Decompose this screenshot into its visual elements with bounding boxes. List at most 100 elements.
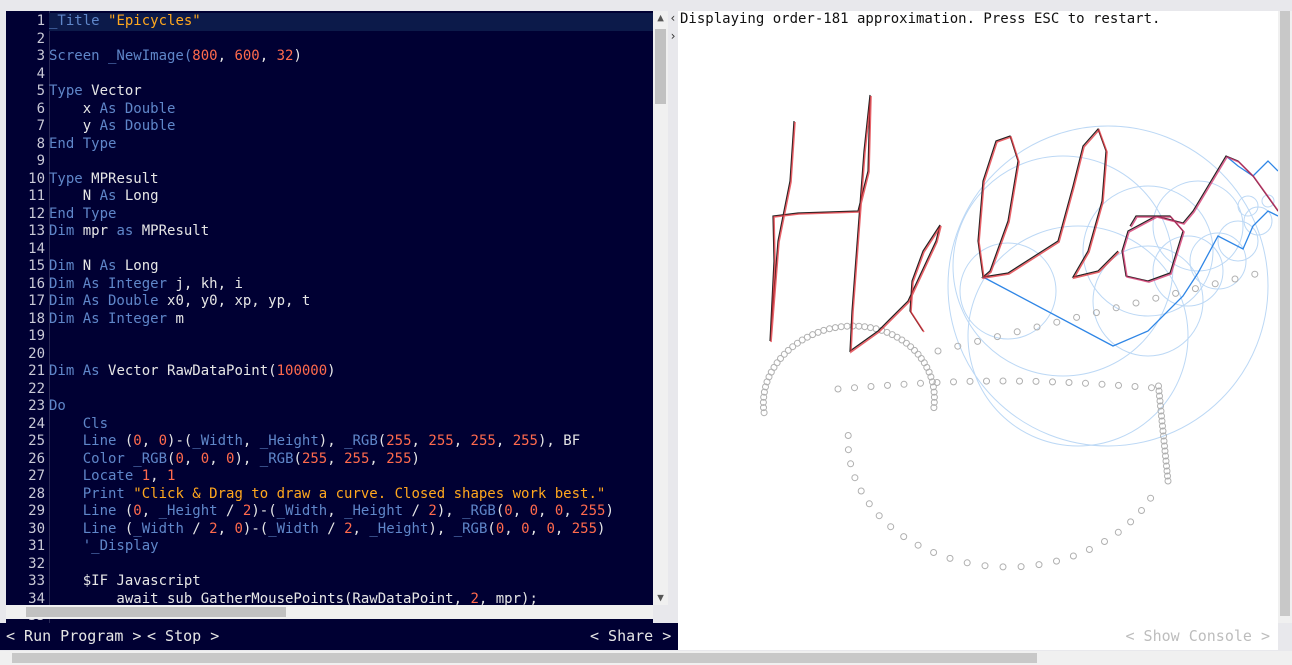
editor-hscroll-thumb[interactable] (26, 607, 286, 617)
code-line[interactable] (49, 328, 653, 346)
sample-point (914, 541, 922, 549)
sample-points (759, 270, 1259, 571)
code-line[interactable]: Do (49, 398, 653, 416)
code-line[interactable]: Dim mpr as MPResult (49, 223, 653, 241)
line-number: 12 (28, 205, 45, 222)
epicycle-drawing (759, 94, 1278, 571)
code-line[interactable]: Type Vector (49, 83, 653, 101)
sample-point (865, 500, 873, 508)
sample-point (857, 487, 865, 495)
code-line[interactable]: Locate 1, 1 (49, 468, 653, 486)
code-line[interactable]: N As Long (49, 188, 653, 206)
program-output-canvas[interactable]: Displaying order-181 approximation. Pres… (678, 11, 1278, 623)
sample-point (1017, 563, 1025, 571)
code-token: , (529, 520, 547, 537)
sample-point (847, 460, 855, 468)
code-line[interactable]: Line (0, 0)-(_Width, _Height), _RGB(255,… (49, 433, 653, 451)
code-line[interactable]: Type MPResult (49, 171, 653, 189)
code-line[interactable]: End Type (49, 206, 653, 224)
sample-point (907, 343, 915, 351)
stop-button[interactable]: < Stop > (147, 623, 219, 650)
sample-point (1053, 318, 1061, 326)
code-line[interactable]: '_Display (49, 538, 653, 556)
code-line[interactable]: End Type (49, 136, 653, 154)
output-vertical-scrollbar[interactable] (1278, 11, 1292, 623)
code-token: As (99, 188, 125, 204)
line-number: 19 (28, 328, 45, 344)
code-line[interactable]: y As Double (49, 118, 653, 136)
code-token: , (327, 450, 345, 467)
code-token: Dim (49, 258, 83, 274)
code-token: , (504, 520, 522, 537)
code-line[interactable]: Color _RGB(0, 0, 0), _RGB(255, 255, 255) (49, 451, 653, 469)
code-token: 255 (571, 520, 598, 537)
chevron-up-icon[interactable]: ▲ (653, 11, 668, 24)
code-line[interactable]: Print "Click & Drag to draw a curve. Clo… (49, 486, 653, 504)
epicycle-arms (982, 155, 1278, 347)
code-line[interactable] (49, 381, 653, 399)
share-button[interactable]: < Share > (590, 623, 671, 650)
page-horizontal-scrollbar[interactable] (0, 651, 1292, 665)
editor-scroll-thumb[interactable] (655, 29, 666, 104)
code-line[interactable]: Dim As Integer j, kh, i (49, 276, 653, 294)
code-line[interactable]: Line (_Width / 2, 0)-(_Width / 2, _Heigh… (49, 521, 653, 539)
code-token: , (150, 468, 168, 484)
code-token: , (554, 520, 572, 537)
code-line[interactable]: Dim As Double x0, y0, xp, yp, t (49, 293, 653, 311)
code-line[interactable]: Line (0, _Height / 2)-(_Width, _Height /… (49, 503, 653, 521)
code-token: Dim As Integer (49, 310, 176, 327)
code-line[interactable] (49, 66, 653, 84)
sample-point (855, 322, 863, 330)
code-line[interactable] (49, 31, 653, 49)
line-number: 28 (28, 485, 45, 502)
show-console-button[interactable]: < Show Console > (1126, 623, 1271, 650)
code-line[interactable]: Dim N As Long (49, 258, 653, 276)
code-line[interactable]: Dim As Integer m (49, 311, 653, 329)
code-token: 255 (470, 433, 496, 449)
code-editor[interactable]: 1 2 3 4 5 6 7 8 9 10 11 12 13 14 15 16 17 18 19 20 21 22 23 24 2… (6, 11, 653, 623)
code-token: 2 (344, 520, 353, 537)
line-number: 29 (28, 503, 45, 519)
code-token: _RGB (259, 450, 294, 467)
code-token: , (327, 503, 345, 519)
code-token: MPResult (91, 170, 159, 187)
code-token: 0 (546, 520, 555, 537)
code-token: , (217, 48, 235, 64)
editor-horizontal-scrollbar[interactable] (6, 605, 653, 619)
chevron-left-icon[interactable]: ‹ (668, 11, 678, 25)
code-token: N (49, 188, 100, 204)
code-area[interactable]: _Title "Epicycles" Screen _NewImage(800, … (49, 11, 653, 623)
code-token: ) (411, 450, 420, 467)
code-token: '_Display (49, 538, 159, 554)
code-line[interactable]: Dim As Vector RawDataPoint(100000) (49, 363, 653, 381)
code-line[interactable]: Screen _NewImage(800, 600, 32) (49, 48, 653, 66)
page-scroll-thumb[interactable] (12, 653, 1037, 663)
code-token: Long (124, 188, 159, 204)
chevron-right-icon[interactable]: › (668, 29, 678, 43)
output-scroll-thumb[interactable] (1280, 11, 1290, 616)
code-token: _RGB (344, 433, 378, 449)
line-number: 5 (36, 83, 45, 99)
editor-vertical-scrollbar[interactable]: ▲ ▼ (653, 11, 668, 605)
code-token: MPResult (141, 223, 210, 239)
code-line[interactable]: _Title "Epicycles" (49, 13, 653, 31)
code-line[interactable] (49, 241, 653, 259)
panel-divider[interactable]: ‹ › (668, 11, 678, 623)
run-program-button[interactable]: < Run Program > (6, 623, 141, 650)
chevron-down-icon[interactable]: ▼ (653, 591, 668, 604)
line-number: 15 (28, 258, 45, 274)
code-token: Screen _NewImage( (49, 48, 193, 64)
sample-point (834, 385, 842, 393)
code-line[interactable]: Cls (49, 416, 653, 434)
code-line[interactable]: $IF Javascript (49, 573, 653, 591)
code-line[interactable]: x As Double (49, 101, 653, 119)
line-number: 6 (36, 100, 45, 117)
sample-point (911, 346, 918, 354)
code-line[interactable] (49, 556, 653, 574)
code-token: 0 (133, 503, 142, 519)
code-line[interactable] (49, 153, 653, 171)
sample-point (844, 446, 852, 454)
code-line[interactable] (49, 346, 653, 364)
code-token: _Height (344, 503, 404, 519)
sample-point (1114, 528, 1122, 536)
